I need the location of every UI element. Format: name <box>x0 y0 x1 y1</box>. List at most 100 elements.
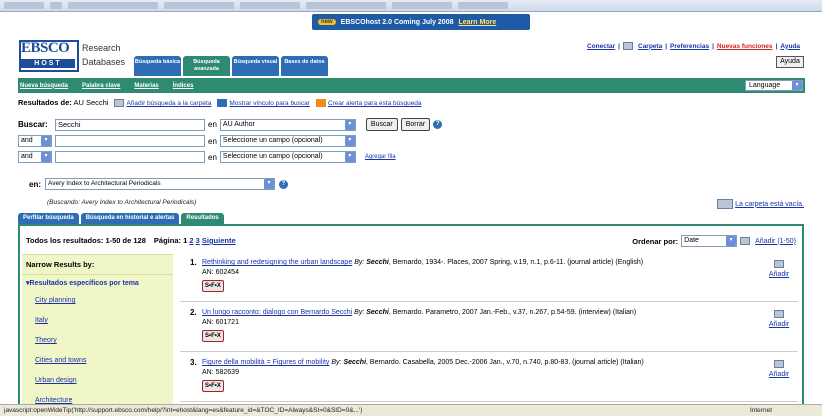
help-icon[interactable]: ? <box>433 120 443 129</box>
boolean-select-2-value: and <box>21 137 33 144</box>
search-input-3[interactable] <box>55 151 205 163</box>
chevron-down-icon: ▾ <box>344 119 355 130</box>
toolbar-item[interactable] <box>392 2 452 9</box>
boolean-select-3[interactable]: and ▾ <box>18 151 52 163</box>
sfx-link-button[interactable]: S•F•X <box>202 330 224 342</box>
facet-cities-and-towns[interactable]: Cities and towns <box>35 357 86 364</box>
search-row-1: Buscar: Secchi en AU Author ▾ Buscar Borr… <box>18 118 443 131</box>
results-summary: Todos los resultados: 1-50 de 128 Página… <box>26 236 236 245</box>
field-select-3-value: Seleccione un campo (opcional) <box>222 153 323 160</box>
field-select-1[interactable]: AU Author ▾ <box>219 118 356 131</box>
agregar-fila-link[interactable]: Agregar fila <box>365 154 396 160</box>
search-mode-tabs: Búsqueda básica Búsqueda avanzada Búsque… <box>134 56 328 76</box>
chevron-down-icon: ▾ <box>726 236 737 246</box>
toolbar-item[interactable] <box>240 2 300 9</box>
chevron-down-icon: ▾ <box>792 81 802 90</box>
toolbar-item[interactable] <box>306 2 386 9</box>
add-to-folder-link[interactable]: Añadir <box>769 371 789 378</box>
sfx-link-button[interactable]: S•F•X <box>202 280 224 292</box>
separator: | <box>712 42 714 50</box>
search-input-1[interactable]: Secchi <box>55 118 205 131</box>
result-item: 3. Figure della mobilità = Figures of mo… <box>180 356 798 402</box>
nuevas-funciones-link[interactable]: Nuevas funciones <box>717 43 773 50</box>
folder-icon <box>774 360 784 368</box>
result-title-link[interactable]: Un lungo racconto: dialogo con Bernardo … <box>202 309 352 316</box>
sfx-link-button[interactable]: S•F•X <box>202 380 224 392</box>
toolbar-item[interactable] <box>4 2 44 9</box>
narrow-results-heading: Narrow Results by: <box>22 255 173 275</box>
result-citation: , Bernardo. Casabella, 2005 Dec.-2006 Ja… <box>366 359 644 366</box>
result-author: Secchi <box>366 259 389 266</box>
add-to-folder-link[interactable]: Añadir <box>769 271 789 278</box>
next-page-link[interactable]: Siguiente <box>202 236 236 245</box>
add-to-folder-link[interactable]: Añadir <box>769 321 789 328</box>
language-select[interactable]: Language ▾ <box>745 80 803 91</box>
logo-ebsco: EBSCO <box>21 40 70 56</box>
materias-link[interactable]: Materias <box>134 83 158 89</box>
field-select-2[interactable]: Seleccione un campo (opcional) ▾ <box>219 135 356 147</box>
toolbar-item[interactable] <box>164 2 234 9</box>
separator: | <box>618 42 620 50</box>
facet-italy[interactable]: Italy <box>35 317 48 324</box>
link-icon <box>217 99 228 108</box>
facet-architecture[interactable]: Architecture <box>35 397 72 404</box>
tab-resultados[interactable]: Resultados <box>181 213 224 224</box>
add-range-link[interactable]: Añadir (1-50) <box>755 238 796 245</box>
indices-link[interactable]: Índices <box>173 83 194 89</box>
palabra-clave-link[interactable]: Palabra clave <box>82 83 120 89</box>
search-row-3: and ▾ en Seleccione un campo (opcional) ▾ … <box>18 151 396 163</box>
tab-historial-alertas[interactable]: Búsqueda en historial e alertas <box>80 213 180 224</box>
folder-empty-link[interactable]: La carpeta está vacía. <box>735 201 804 208</box>
search-input-2[interactable] <box>55 135 205 147</box>
subject-facet-toggle[interactable]: ▾Resultados específicos por tema <box>22 275 173 291</box>
help-icon[interactable]: ? <box>279 179 288 189</box>
borrar-button[interactable]: Borrar <box>400 118 431 131</box>
toolbar-item[interactable] <box>68 2 158 9</box>
nueva-busqueda-link[interactable]: Nueva búsqueda <box>20 83 68 89</box>
database-select[interactable]: Avery Index to Architectural Periodicals… <box>45 178 275 190</box>
add-search-to-folder-link[interactable]: Añadir búsqueda a la carpeta <box>126 100 211 107</box>
field-select-3[interactable]: Seleccione un campo (opcional) ▾ <box>219 151 356 163</box>
ayuda-link[interactable]: Ayuda <box>780 43 800 50</box>
buscar-button[interactable]: Buscar <box>365 118 398 131</box>
tab-bases-de-datos[interactable]: Bases de datos <box>281 56 328 76</box>
page-2-link[interactable]: 2 <box>189 236 193 245</box>
create-alert-link[interactable]: Crear alerta para esta búsqueda <box>328 100 422 107</box>
result-author: Secchi <box>343 359 367 366</box>
folder-empty-notice[interactable]: La carpeta está vacía. <box>717 199 804 209</box>
learn-more-link[interactable]: Learn More <box>458 19 496 26</box>
show-search-link[interactable]: Mostrar vínculo para buscar <box>229 100 310 107</box>
facet-city-planning[interactable]: City planning <box>35 297 75 304</box>
separator: | <box>665 42 668 50</box>
ebsco-logo[interactable]: EBSCO HOST Research Databases <box>19 40 134 72</box>
tab-busqueda-visual[interactable]: Búsqueda visual <box>232 56 279 76</box>
carpeta-link[interactable]: Carpeta <box>638 43 662 50</box>
sort-select[interactable]: Date ▾ <box>681 235 738 247</box>
result-title-link[interactable]: Rethinking and redesigning the urban lan… <box>202 259 352 266</box>
facet-urban-design[interactable]: Urban design <box>35 377 77 384</box>
result-item: 1. Rethinking and redesigning the urban … <box>180 256 798 302</box>
page-3-link[interactable]: 3 <box>196 236 200 245</box>
security-zone: Internet <box>749 407 772 414</box>
result-title-link[interactable]: Figure della mobilità = Figures of mobil… <box>202 359 329 366</box>
ayuda-button[interactable]: Ayuda <box>776 56 804 68</box>
boolean-select-2[interactable]: and ▾ <box>18 135 52 147</box>
toolbar-item[interactable] <box>458 2 508 9</box>
result-an: AN: 602454 <box>202 269 239 276</box>
add-to-folder[interactable]: Añadir <box>766 260 792 280</box>
preferencias-link[interactable]: Preferencias <box>670 43 709 50</box>
add-to-folder[interactable]: Añadir <box>766 310 792 330</box>
add-to-folder[interactable]: Añadir <box>766 360 792 380</box>
sort-select-value: Date <box>684 237 699 244</box>
secondary-nav: Nueva búsqueda Palabra clave Materias Ín… <box>18 78 805 93</box>
tab-busqueda-avanzada[interactable]: Búsqueda avanzada <box>183 56 230 76</box>
tab-perfilar-busqueda[interactable]: Perfilar búsqueda <box>18 213 79 224</box>
toolbar-item[interactable] <box>50 2 62 9</box>
browser-toolbar <box>0 0 822 12</box>
tab-busqueda-basica[interactable]: Búsqueda básica <box>134 56 181 76</box>
chevron-down-icon: ▾ <box>264 179 274 189</box>
results-for-row: Resultados de: AU Secchi Añadir búsqueda… <box>18 98 422 108</box>
facet-theory[interactable]: Theory <box>35 337 57 344</box>
conectar-link[interactable]: Conectar <box>587 43 615 50</box>
folder-add-icon <box>114 99 125 108</box>
